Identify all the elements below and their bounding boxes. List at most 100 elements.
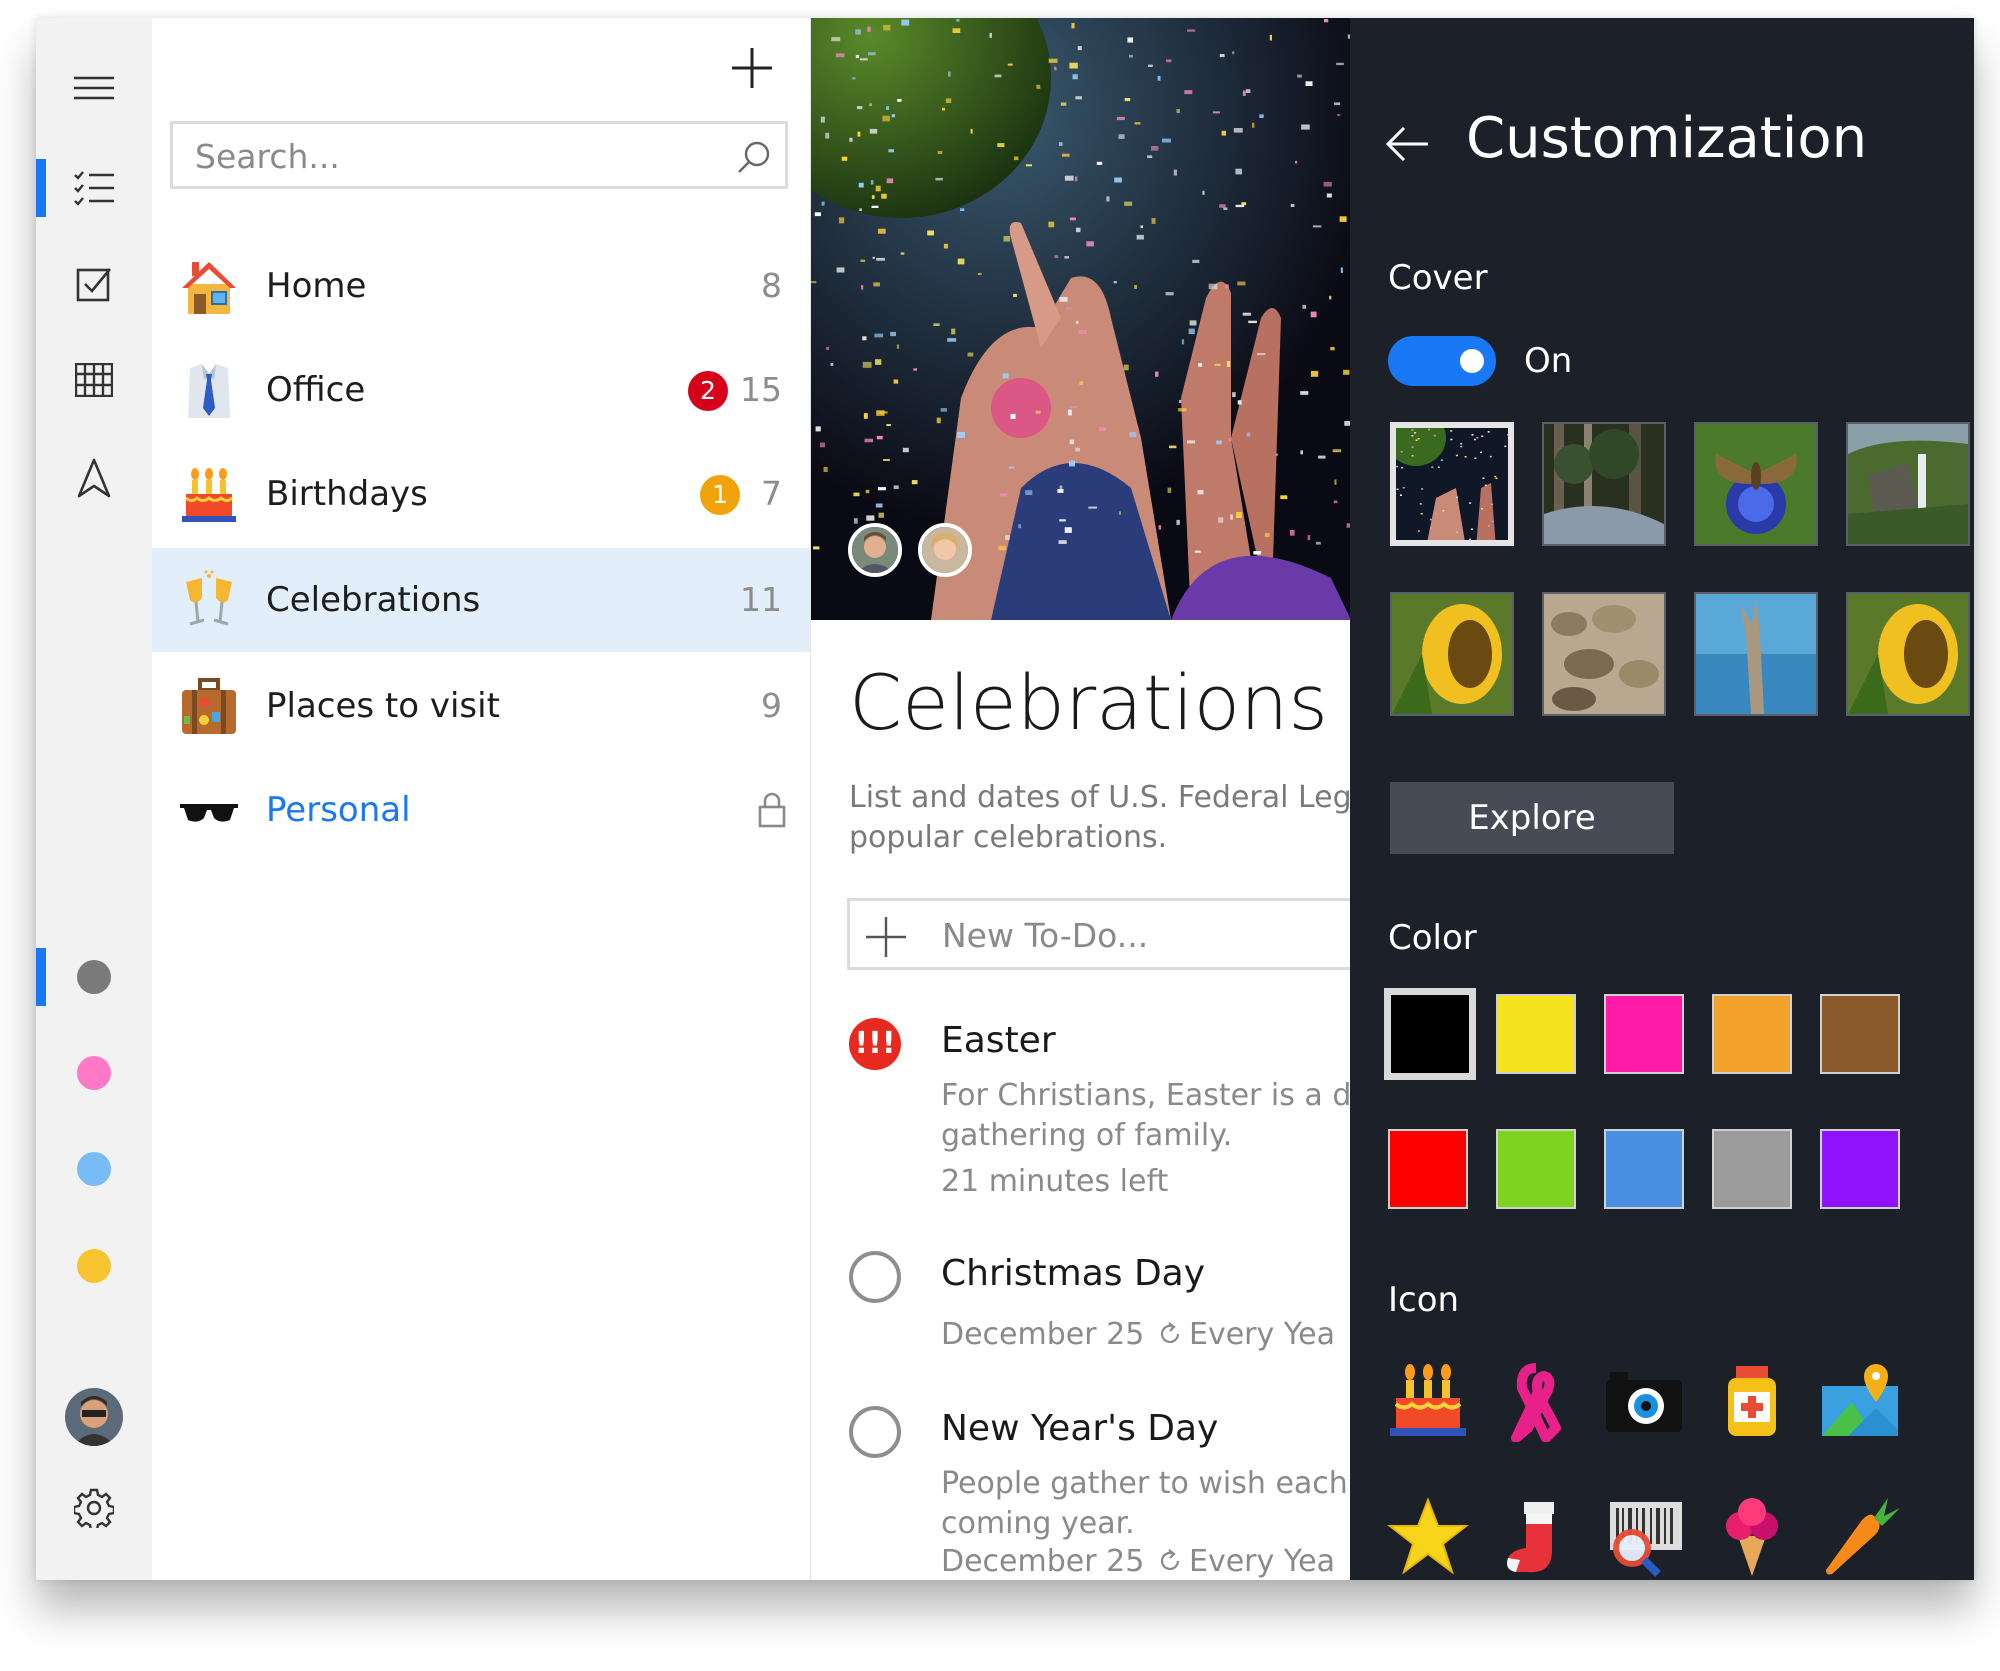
- todo-title: New Year's Day: [941, 1408, 1219, 1449]
- camera-icon[interactable]: [1602, 1358, 1686, 1442]
- color-swatch-brown[interactable]: [1820, 994, 1900, 1074]
- hamburger-menu-icon[interactable]: [36, 60, 152, 116]
- todo-repeat: Every Yea: [1189, 1544, 1335, 1579]
- barcode-search-icon[interactable]: [1602, 1494, 1686, 1578]
- tag-dot: [77, 1152, 111, 1186]
- tag-pink[interactable]: [36, 1056, 152, 1090]
- cover-thumbnail-sunflower[interactable]: [1390, 592, 1514, 716]
- todo-item-christmas-day[interactable]: Christmas Day December 25 Every Yea: [811, 1251, 1351, 1371]
- cover-thumbnail-sunflower[interactable]: [1846, 592, 1970, 716]
- list-title: Celebrations: [849, 658, 1328, 747]
- list-detail-pane: Celebrations List and dates of U.S. Fede…: [810, 18, 1351, 1580]
- todo-date: December 25: [941, 1317, 1145, 1352]
- navigate-arrow-icon[interactable]: [36, 450, 152, 506]
- customization-panel: Customization Cover On Explore Color Ico…: [1350, 18, 1974, 1580]
- cover-thumbnail-forest-stream[interactable]: [1542, 422, 1666, 546]
- calendar-grid-icon[interactable]: [36, 352, 152, 408]
- tag-gray[interactable]: [36, 960, 152, 994]
- lock-icon: [758, 792, 786, 828]
- color-swatch-red[interactable]: [1388, 1129, 1468, 1209]
- list-item-birthdays[interactable]: Birthdays 1 7: [152, 442, 810, 546]
- ribbon-icon[interactable]: [1494, 1358, 1578, 1442]
- search-input[interactable]: [193, 124, 717, 188]
- shared-member-avatar[interactable]: [848, 523, 902, 577]
- checkbox-icon[interactable]: [36, 256, 152, 312]
- cover-thumbnail-confetti-party[interactable]: [1390, 422, 1514, 546]
- color-swatch-blue[interactable]: [1604, 1129, 1684, 1209]
- explore-button[interactable]: Explore: [1390, 782, 1674, 854]
- overdue-badge: 2: [688, 371, 728, 411]
- todo-due-status: 21 minutes left: [941, 1164, 1169, 1199]
- birthday-cake-icon[interactable]: [1386, 1358, 1470, 1442]
- tag-dot: [77, 1056, 111, 1090]
- nav-rail: [36, 18, 152, 1580]
- toggle-knob: [1460, 349, 1484, 373]
- color-swatch-pink[interactable]: [1604, 994, 1684, 1074]
- color-swatch-green[interactable]: [1496, 1129, 1576, 1209]
- list-item-count: 15: [740, 370, 782, 409]
- carrot-icon[interactable]: [1818, 1494, 1902, 1578]
- todo-notes: For Christians, Easter is a da gathering…: [941, 1078, 1351, 1153]
- new-todo-input[interactable]: [940, 901, 1351, 969]
- medicine-bottle-icon[interactable]: [1710, 1358, 1794, 1442]
- list-item-label: Personal: [266, 790, 411, 830]
- todo-date: December 25: [941, 1544, 1145, 1579]
- list-item-office[interactable]: Office 2 15: [152, 338, 810, 442]
- plus-icon: [866, 917, 906, 957]
- list-item-personal[interactable]: Personal: [152, 758, 810, 862]
- tag-dot: [77, 960, 111, 994]
- map-pin-icon[interactable]: [1818, 1358, 1902, 1442]
- list-item-label: Celebrations: [266, 580, 481, 620]
- star-icon[interactable]: [1386, 1494, 1470, 1578]
- cover-thumbnail-river-rocks[interactable]: [1542, 592, 1666, 716]
- champagne-glasses-icon: [186, 570, 232, 626]
- list-description: List and dates of U.S. Federal Lega popu…: [849, 780, 1351, 855]
- color-swatch-orange[interactable]: [1712, 994, 1792, 1074]
- shirt-tie-icon: [188, 364, 230, 418]
- todo-item-easter[interactable]: !!! Easter For Christians, Easter is a d…: [811, 1018, 1351, 1218]
- list-item-places-to-visit[interactable]: Places to visit 9: [152, 654, 810, 758]
- color-swatch-yellow[interactable]: [1496, 994, 1576, 1074]
- color-swatch-black[interactable]: [1384, 988, 1476, 1080]
- color-swatch-purple[interactable]: [1820, 1129, 1900, 1209]
- list-item-label: Birthdays: [266, 474, 428, 514]
- list-item-label: Office: [266, 370, 366, 410]
- stocking-icon[interactable]: [1494, 1494, 1578, 1578]
- todo-title: Easter: [941, 1020, 1056, 1061]
- list-item-home[interactable]: Home 8: [152, 234, 810, 338]
- list-item-label: Places to visit: [266, 686, 500, 726]
- cover-thumbnail-driftwood-lake[interactable]: [1694, 592, 1818, 716]
- todo-checkbox[interactable]: [849, 1406, 901, 1458]
- due-badge: 1: [700, 475, 740, 515]
- cover-toggle-label: On: [1524, 341, 1573, 381]
- color-swatch-gray[interactable]: [1712, 1129, 1792, 1209]
- panel-title: Customization: [1466, 106, 1868, 171]
- tag-yellow[interactable]: [36, 1249, 152, 1283]
- add-list-button[interactable]: [730, 46, 774, 90]
- user-avatar[interactable]: [36, 1388, 152, 1446]
- back-arrow-icon[interactable]: [1384, 120, 1432, 168]
- suitcase-icon: [182, 678, 236, 734]
- list-item-label: Home: [266, 266, 367, 306]
- lists-icon[interactable]: [36, 160, 152, 216]
- ice-cream-icon[interactable]: [1710, 1494, 1794, 1578]
- cover-thumbnail-moth-on-flower[interactable]: [1694, 422, 1818, 546]
- search-box: [170, 121, 788, 189]
- cover-toggle[interactable]: [1388, 336, 1496, 386]
- cover-section-label: Cover: [1388, 258, 1488, 298]
- cover-image: [811, 18, 1351, 620]
- search-icon[interactable]: [737, 140, 771, 174]
- lists-pane: Home 8 Office 2 15 Birthdays 1: [152, 18, 810, 1580]
- cover-thumbnail-waterfall-cliffs[interactable]: [1846, 422, 1970, 546]
- tag-blue[interactable]: [36, 1152, 152, 1186]
- list-item-count: 11: [740, 580, 782, 619]
- list-item-celebrations[interactable]: Celebrations 11: [152, 548, 810, 652]
- gear-icon[interactable]: [36, 1486, 152, 1530]
- shared-member-avatar[interactable]: [918, 523, 972, 577]
- todo-item-new-years-day[interactable]: New Year's Day People gather to wish eac…: [811, 1406, 1351, 1580]
- new-todo-field: [847, 898, 1351, 970]
- list-item-count: 8: [761, 266, 782, 305]
- todo-checkbox[interactable]: [849, 1251, 901, 1303]
- high-priority-checkbox[interactable]: !!!: [849, 1018, 901, 1070]
- house-icon: [182, 262, 236, 314]
